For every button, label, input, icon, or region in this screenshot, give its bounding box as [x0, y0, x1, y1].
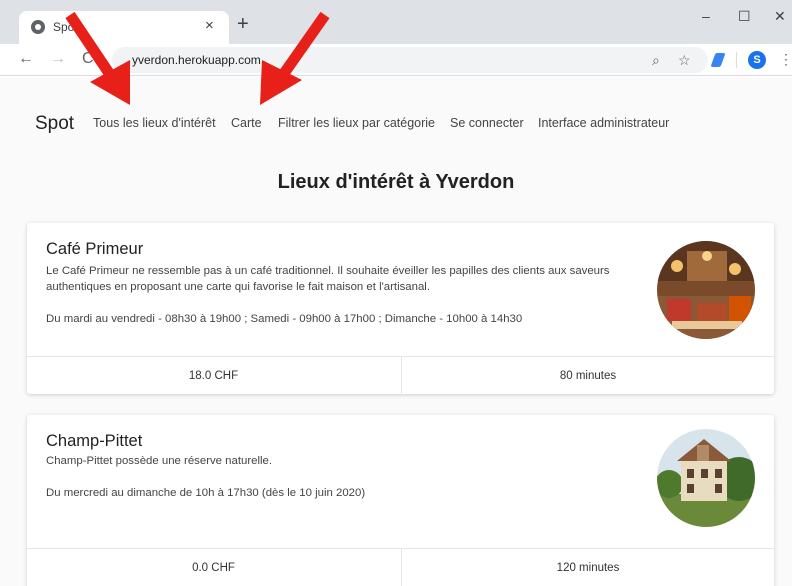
place-price: 18.0 CHF	[188, 370, 239, 382]
close-window-button[interactable]: ✕	[774, 8, 786, 25]
place-photo-cafe	[657, 241, 755, 339]
page-content: Spot Tous les lieux d'intérêt Carte Filt…	[0, 77, 792, 586]
place-duration: 80 minutes	[401, 357, 774, 395]
browser-window: Spot × + – ☐ ✕ ← → C yverdon.herokuapp.c…	[0, 0, 792, 586]
place-card[interactable]: Café Primeur Le Café Primeur ne ressembl…	[27, 223, 774, 395]
nav-link-all-places[interactable]: Tous les lieux d'intérêt	[93, 116, 216, 130]
zoom-icon[interactable]: ⌕	[652, 51, 660, 69]
address-bar[interactable]: yverdon.herokuapp.com ⌕ ☆	[112, 47, 708, 73]
red-arrow-annotation	[65, 11, 130, 105]
place-price: 0.0 CHF	[192, 562, 235, 574]
bookmark-star-icon[interactable]: ☆	[678, 51, 691, 69]
place-name: Champ-Pittet	[46, 432, 143, 450]
nav-link-filter-category[interactable]: Filtrer les lieux par catégorie	[278, 116, 435, 130]
nav-link-admin[interactable]: Interface administrateur	[538, 116, 669, 130]
place-photo-champ-pittet	[657, 429, 755, 527]
profile-avatar[interactable]: S	[748, 51, 766, 69]
tab-close-button[interactable]: ×	[205, 18, 214, 34]
extension-icon[interactable]	[710, 53, 726, 67]
place-card[interactable]: Champ-Pittet Champ-Pittet possède une ré…	[27, 415, 774, 586]
place-hours: Du mardi au vendredi - 08h30 à 19h00 ; S…	[46, 313, 523, 325]
place-hours: Du mercredi au dimanche de 10h à 17h30 (…	[46, 487, 366, 499]
nav-link-login[interactable]: Se connecter	[450, 116, 524, 130]
place-description: Champ-Pittet possède une réserve naturel…	[46, 455, 273, 467]
globe-icon	[31, 20, 45, 34]
place-footer: 0.0 CHF 120 minutes	[27, 548, 774, 586]
red-arrow-annotation	[260, 11, 330, 105]
place-name: Café Primeur	[46, 240, 144, 258]
back-button[interactable]: ←	[18, 50, 34, 68]
page-title: Lieux d'intérêt à Yverdon	[277, 171, 515, 193]
place-description: Le Café Primeur ne ressemble pas à un ca…	[46, 265, 610, 293]
toolbar-divider	[736, 52, 737, 68]
place-footer: 18.0 CHF 80 minutes	[27, 356, 774, 395]
minimize-button[interactable]: –	[702, 8, 710, 24]
browser-menu-icon[interactable]: ⋮	[779, 50, 792, 68]
nav-link-map[interactable]: Carte	[231, 116, 262, 130]
maximize-button[interactable]: ☐	[738, 8, 751, 25]
brand-logo[interactable]: Spot	[35, 113, 74, 135]
place-duration: 120 minutes	[401, 549, 774, 586]
